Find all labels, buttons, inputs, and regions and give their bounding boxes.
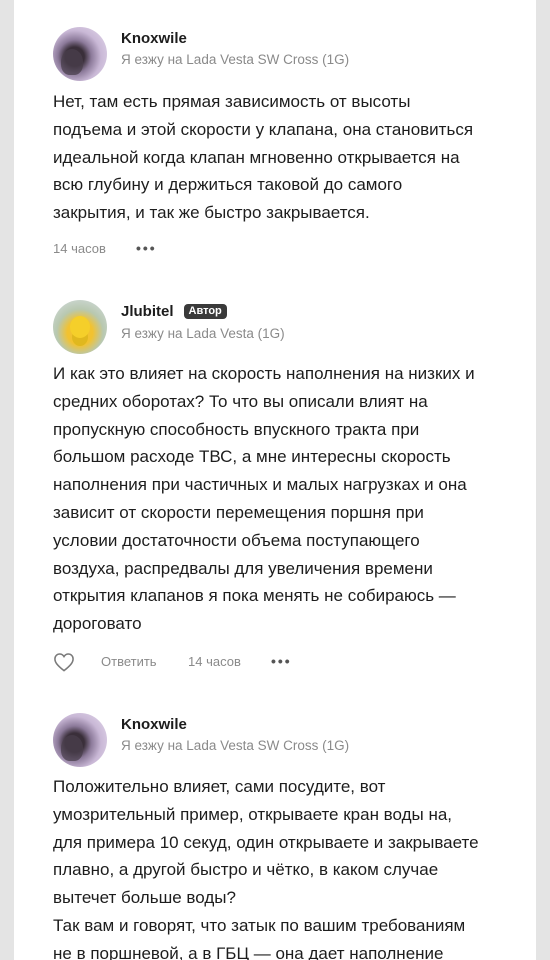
avatar[interactable] xyxy=(53,300,107,354)
comment-text: Нет, там есть прямая зависимость от высо… xyxy=(53,92,474,223)
comment-time: 14 часов xyxy=(188,654,241,669)
comment-time: 14 часов xyxy=(53,241,106,256)
author-car: Я езжу на Lada Vesta SW Cross (1G) xyxy=(121,738,350,753)
author-name[interactable]: Knoxwile xyxy=(121,30,187,47)
comment-text: И как это влияет на скорость наполнения … xyxy=(53,364,475,634)
comment-author[interactable]: Knoxwile xyxy=(121,30,187,47)
reply-button[interactable]: Ответить xyxy=(101,654,157,669)
comments-feed: Knoxwile Я езжу на Lada Vesta SW Cross (… xyxy=(14,0,536,960)
author-badge: Автор xyxy=(183,304,227,319)
author-name[interactable]: Jlubitel xyxy=(121,303,174,320)
comment-author[interactable]: Jlubitel Автор xyxy=(121,303,227,320)
author-car: Я езжу на Lada Vesta SW Cross (1G) xyxy=(121,52,350,67)
more-options-icon[interactable]: ••• xyxy=(271,653,292,669)
author-name[interactable]: Knoxwile xyxy=(121,716,187,733)
author-car: Я езжу на Lada Vesta (1G) xyxy=(121,326,285,341)
comment-author[interactable]: Knoxwile xyxy=(121,716,187,733)
avatar[interactable] xyxy=(53,713,107,767)
comment-text: Положительно влияет, сами посудите, вот … xyxy=(53,777,479,960)
avatar[interactable] xyxy=(53,27,107,81)
more-options-icon[interactable]: ••• xyxy=(136,240,157,256)
like-heart-icon[interactable] xyxy=(53,652,75,672)
